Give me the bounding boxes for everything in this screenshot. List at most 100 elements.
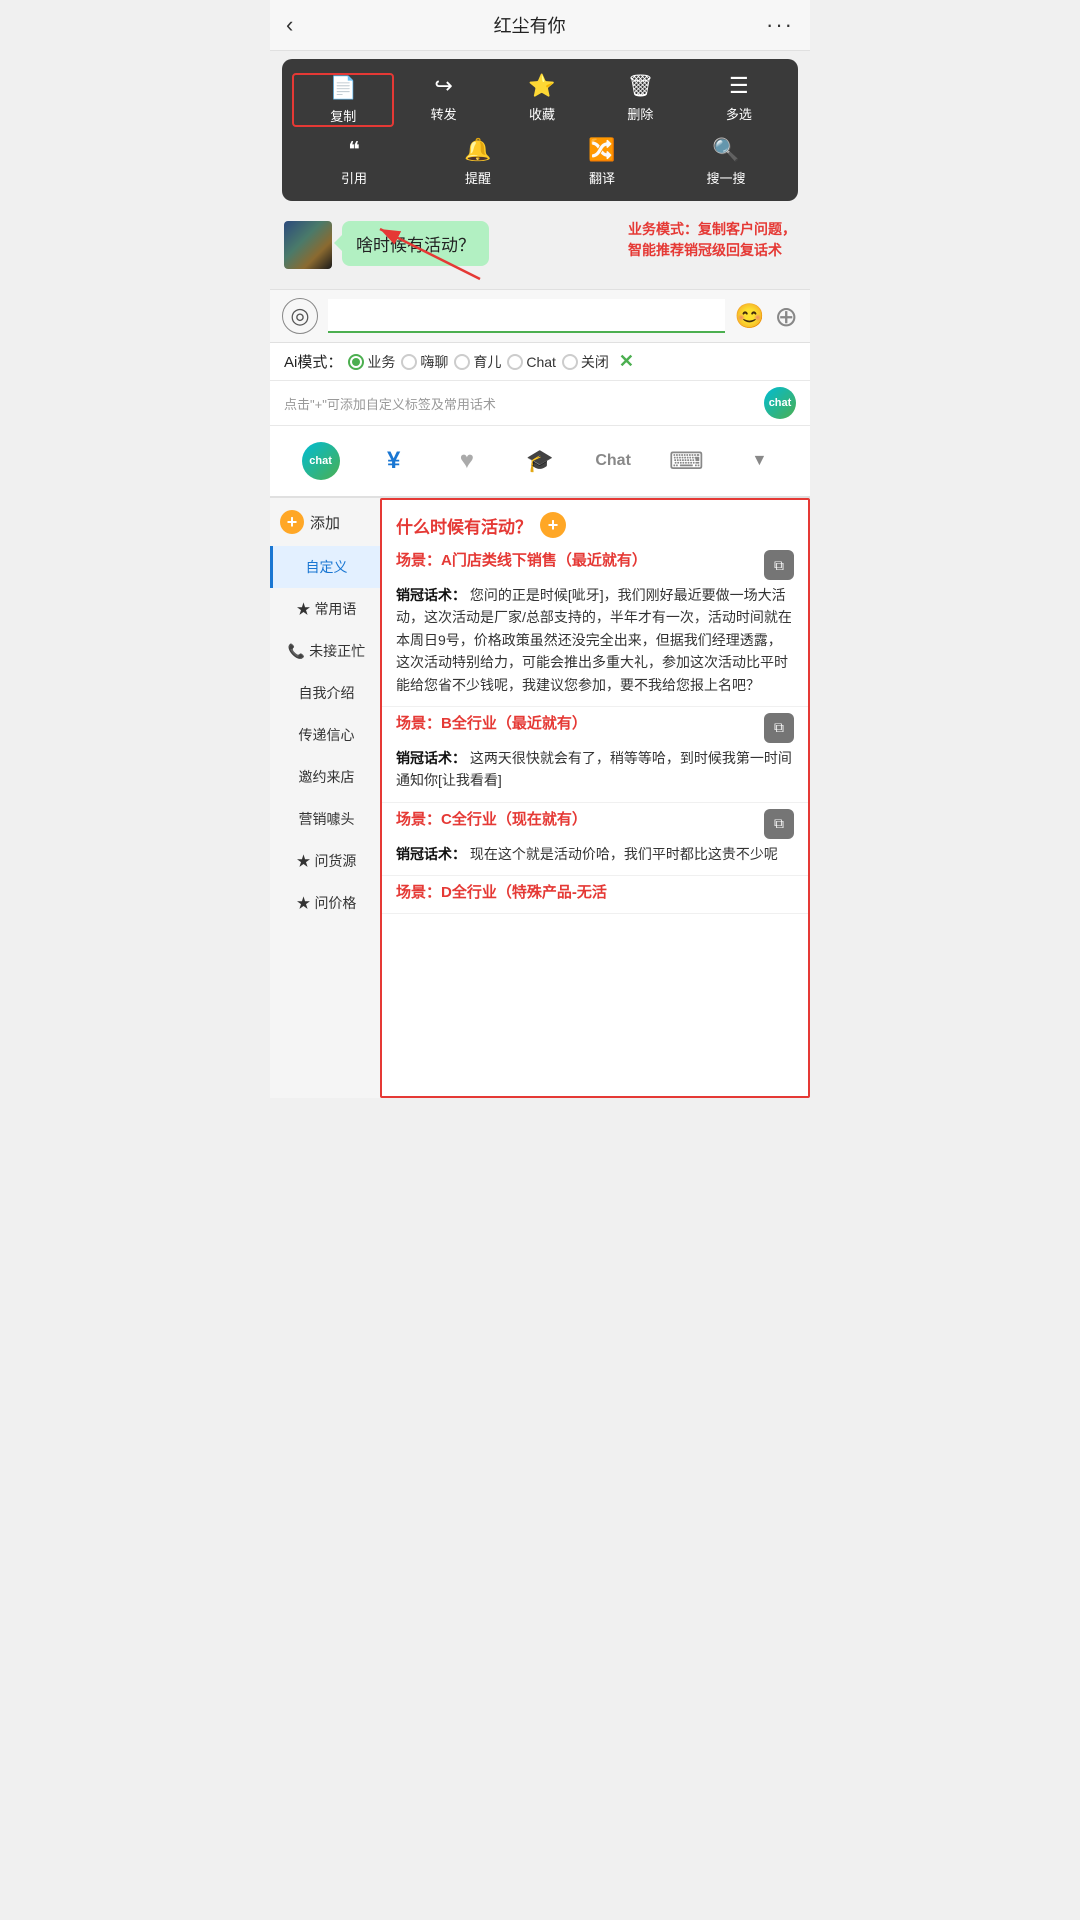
- toolbar: chat ¥ ♥ 🎓 Chat ⌨ ▼: [270, 426, 810, 498]
- scene-block-d: 场景：D全行业（特殊产品-无活: [382, 876, 808, 914]
- sidebar-custom-label: 自定义: [306, 559, 348, 575]
- back-button[interactable]: ‹: [286, 12, 293, 38]
- search-label: 搜一搜: [706, 168, 745, 187]
- context-menu-remind[interactable]: 🔔 提醒: [416, 137, 540, 187]
- bell-icon: 🔔: [464, 137, 491, 163]
- sidebar-item-common[interactable]: ★ 常用语: [270, 588, 380, 630]
- chat-icon[interactable]: chat: [764, 387, 796, 419]
- add-attachment-button[interactable]: ⊕: [775, 300, 798, 333]
- copy-icon-c: ⧉: [774, 815, 784, 832]
- remind-label: 提醒: [465, 168, 491, 187]
- sidebar-item-marketing[interactable]: 营销噱头: [270, 798, 380, 840]
- ai-mode-option-parenting[interactable]: 育儿: [454, 352, 501, 372]
- scene-c-content: 销冠话术： 现在这个就是活动价哈，我们平时都比这贵不少呢: [396, 843, 794, 865]
- voice-icon: ◎: [290, 303, 309, 329]
- radio-business-label: 业务: [367, 352, 395, 372]
- scene-b-copy-button[interactable]: ⧉: [764, 713, 794, 743]
- keyboard-icon: ⌨: [669, 447, 704, 476]
- scene-block-b: 场景：B全行业（最近就有） ⧉ 销冠话术： 这两天很快就会有了，稍等等哈，到时候…: [382, 707, 808, 803]
- multiselect-icon: ☰: [729, 73, 749, 99]
- radio-business[interactable]: [348, 354, 364, 370]
- ai-mode-close[interactable]: ✕: [619, 351, 634, 372]
- sidebar-confidence-label: 传递信心: [299, 727, 355, 743]
- sidebar-intro-label: 自我介绍: [299, 685, 355, 701]
- context-menu-copy[interactable]: 📄 复制: [292, 73, 394, 127]
- question-add-button[interactable]: +: [540, 512, 566, 538]
- ai-mode-option-business[interactable]: 业务: [348, 352, 395, 372]
- scene-d-header: 场景：D全行业（特殊产品-无活: [396, 882, 794, 903]
- toolbar-robot[interactable]: chat: [284, 436, 357, 486]
- quote-label: 引用: [341, 168, 367, 187]
- scene-c-title: 场景：C全行业（现在就有）: [396, 809, 758, 830]
- chat-area: 啥时候有活动？ 业务模式：复制客户问题， 智能推荐销冠级回复话术: [270, 209, 810, 289]
- translate-label: 翻译: [589, 168, 615, 187]
- voice-button[interactable]: ◎: [282, 298, 318, 334]
- scene-c-header: 场景：C全行业（现在就有） ⧉: [396, 809, 794, 839]
- context-menu-multiselect[interactable]: ☰ 多选: [690, 73, 788, 127]
- sidebar-item-invite[interactable]: 邀约来店: [270, 756, 380, 798]
- dropdown-icon: ▼: [751, 452, 767, 470]
- chat-icon-label: chat: [769, 397, 792, 409]
- scene-a-content: 销冠话术： 您问的正是时候[呲牙]，我们刚好最近要做一场大活动，这次活动是厂家/…: [396, 584, 794, 696]
- copy-icon-a: ⧉: [774, 557, 784, 574]
- scene-a-title: 场景：A门店类线下销售（最近就有）: [396, 550, 758, 571]
- toolbar-chat-text[interactable]: Chat: [577, 446, 650, 476]
- heart-icon: ♥: [460, 447, 474, 475]
- ai-mode-option-openchat[interactable]: Chat: [507, 354, 556, 370]
- context-menu-forward[interactable]: ↪ 转发: [394, 73, 492, 127]
- chat-bubble: 啥时候有活动？: [342, 221, 489, 266]
- page-title: 红尘有你: [494, 12, 566, 38]
- toolbar-keyboard[interactable]: ⌨: [650, 441, 723, 482]
- tip-bar: 点击"+"可添加自定义标签及常用话术 chat: [270, 381, 810, 426]
- add-label: 添加: [310, 512, 340, 533]
- sidebar-price-label: ★ 问价格: [297, 895, 357, 911]
- scene-a-header: 场景：A门店类线下销售（最近就有） ⧉: [396, 550, 794, 580]
- chat-text-icon: Chat: [595, 452, 631, 470]
- ai-mode-option-chat[interactable]: 嗨聊: [401, 352, 448, 372]
- sidebar-item-source[interactable]: ★ 问货源: [270, 840, 380, 882]
- scene-b-header: 场景：B全行业（最近就有） ⧉: [396, 713, 794, 743]
- toolbar-heart[interactable]: ♥: [430, 441, 503, 481]
- search-icon: 🔍: [712, 137, 739, 163]
- toolbar-dropdown[interactable]: ▼: [723, 446, 796, 476]
- delete-label: 删除: [627, 104, 653, 123]
- radio-openchat[interactable]: [507, 354, 523, 370]
- context-menu-search[interactable]: 🔍 搜一搜: [664, 137, 788, 187]
- yen-icon: ¥: [387, 447, 400, 475]
- sidebar-item-confidence[interactable]: 传递信心: [270, 714, 380, 756]
- scene-b-content: 销冠话术： 这两天很快就会有了，稍等等哈，到时候我第一时间通知你[让我看看]: [396, 747, 794, 792]
- sidebar-item-custom[interactable]: 自定义: [270, 546, 380, 588]
- scene-c-content-label: 销冠话术：: [396, 846, 466, 862]
- radio-off[interactable]: [562, 354, 578, 370]
- scene-b-title: 场景：B全行业（最近就有）: [396, 713, 758, 734]
- ai-mode-option-off[interactable]: 关闭: [562, 352, 609, 372]
- favorite-label: 收藏: [529, 104, 555, 123]
- emoji-button[interactable]: 😊: [735, 302, 765, 331]
- sidebar-item-busy[interactable]: 📞 未接正忙: [270, 630, 380, 672]
- question-header: 什么时候有活动？ +: [382, 500, 808, 544]
- scene-c-copy-button[interactable]: ⧉: [764, 809, 794, 839]
- forward-label: 转发: [431, 104, 457, 123]
- more-options-button[interactable]: ···: [766, 12, 794, 38]
- context-menu-translate[interactable]: 🔀 翻译: [540, 137, 664, 187]
- sidebar-item-intro[interactable]: 自我介绍: [270, 672, 380, 714]
- sidebar: + 添加 自定义 ★ 常用语 📞 未接正忙 自我介绍 传递信心 邀约来店 营销噱…: [270, 498, 380, 1098]
- context-menu-quote[interactable]: ❝ 引用: [292, 137, 416, 187]
- scene-a-copy-button[interactable]: ⧉: [764, 550, 794, 580]
- radio-haichat-label: 嗨聊: [420, 352, 448, 372]
- radio-parenting[interactable]: [454, 354, 470, 370]
- forward-icon: ↪: [434, 73, 452, 99]
- chat-input[interactable]: [328, 299, 725, 333]
- toolbar-yen[interactable]: ¥: [357, 441, 430, 481]
- context-menu-favorite[interactable]: ⭐ 收藏: [493, 73, 591, 127]
- graduation-icon: 🎓: [526, 448, 553, 474]
- copy-label: 复制: [330, 106, 356, 125]
- sidebar-item-price[interactable]: ★ 问价格: [270, 882, 380, 924]
- toolbar-graduation[interactable]: 🎓: [503, 442, 576, 480]
- radio-haichat[interactable]: [401, 354, 417, 370]
- scene-b-content-label: 销冠话术：: [396, 750, 466, 766]
- sidebar-add-button[interactable]: + 添加: [270, 498, 380, 546]
- annotation-text: 业务模式：复制客户问题， 智能推荐销冠级回复话术: [628, 219, 796, 261]
- context-menu-delete[interactable]: 🗑 删除: [591, 73, 689, 127]
- ai-mode-bar: Ai模式： 业务 嗨聊 育儿 Chat 关闭 ✕: [270, 343, 810, 381]
